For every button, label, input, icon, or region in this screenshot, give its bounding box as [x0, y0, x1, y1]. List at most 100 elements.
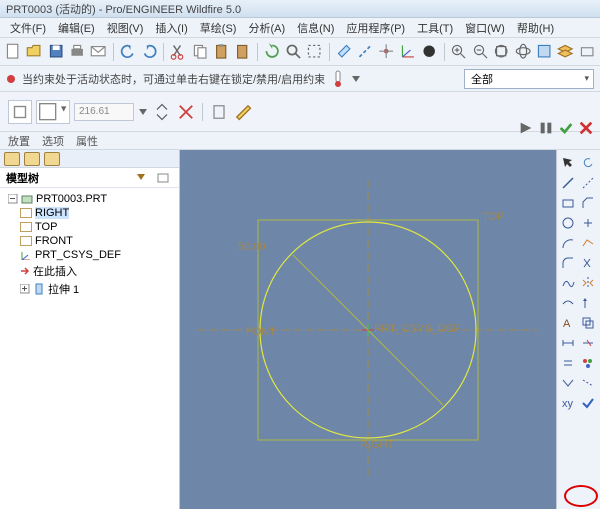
pause-button[interactable] — [538, 120, 554, 136]
open-button[interactable] — [25, 42, 43, 62]
spin-button[interactable] — [514, 42, 532, 62]
filter-dropdown[interactable]: 全部 — [464, 69, 594, 89]
datum-plane-button[interactable] — [335, 42, 353, 62]
graphics-viewport[interactable]: 50.00 TOP FONT PRT_CSYS_DEF RIGHT — [180, 150, 556, 509]
circle-tool[interactable] — [559, 214, 577, 232]
menu-insert[interactable]: 插入(I) — [149, 18, 193, 38]
select-tool[interactable] — [559, 154, 577, 172]
arc-tool[interactable] — [559, 234, 577, 252]
datum-axis-button[interactable] — [356, 42, 374, 62]
line-tool[interactable] — [559, 174, 577, 192]
extra-button[interactable] — [578, 42, 596, 62]
menu-help[interactable]: 帮助(H) — [511, 18, 560, 38]
centerline-tool[interactable] — [579, 174, 597, 192]
layers-button[interactable] — [556, 42, 574, 62]
delete-seg-tool[interactable] — [579, 334, 597, 352]
move-tool[interactable] — [579, 374, 597, 392]
menu-info[interactable]: 信息(N) — [291, 18, 340, 38]
chamfer-tool[interactable] — [579, 194, 597, 212]
dimension-tool[interactable] — [559, 334, 577, 352]
paste-button[interactable] — [212, 42, 230, 62]
undo-sketch[interactable] — [579, 154, 597, 172]
modify-tool[interactable] — [579, 294, 597, 312]
tree-item-front[interactable]: FRONT — [2, 234, 177, 248]
thin-button[interactable] — [209, 102, 229, 122]
tree-tab-1[interactable] — [4, 152, 20, 166]
flip-button[interactable] — [152, 102, 172, 122]
sketch-button[interactable] — [233, 102, 253, 122]
text-tool[interactable]: A — [559, 314, 577, 332]
right-label: RIGHT — [360, 439, 395, 451]
datum-point-button[interactable] — [377, 42, 395, 62]
info-icon — [6, 74, 16, 84]
tree-show-button[interactable] — [153, 168, 173, 188]
cut-button[interactable] — [169, 42, 187, 62]
regen-button[interactable] — [263, 42, 281, 62]
paste-special-button[interactable] — [233, 42, 251, 62]
tree-item-csys[interactable]: PRT_CSYS_DEF — [2, 248, 177, 262]
cancel-x-button[interactable] — [578, 120, 594, 136]
tree-item-label: RIGHT — [35, 207, 69, 219]
csys-icon — [20, 250, 32, 260]
remove-mat-button[interactable] — [176, 102, 196, 122]
apply-check-button[interactable] — [558, 120, 574, 136]
play-button[interactable] — [518, 120, 534, 136]
zoom-out-button[interactable] — [471, 42, 489, 62]
spline-tool[interactable] — [559, 274, 577, 292]
zoom-in-button[interactable] — [449, 42, 467, 62]
menu-view[interactable]: 视图(V) — [101, 18, 150, 38]
palette-tool[interactable] — [579, 354, 597, 372]
ref-dim-tool[interactable] — [559, 374, 577, 392]
menu-file[interactable]: 文件(F) — [4, 18, 52, 38]
tree-item-right[interactable]: RIGHT — [2, 206, 177, 220]
fillet-tool[interactable] — [559, 254, 577, 272]
redo-button[interactable] — [140, 42, 158, 62]
offset-tool[interactable] — [579, 314, 597, 332]
dropdown-icon[interactable] — [351, 74, 361, 84]
depth-input[interactable] — [74, 103, 134, 121]
rectangle-tool[interactable] — [559, 194, 577, 212]
extrude-type-button[interactable] — [36, 100, 70, 124]
menu-sketch[interactable]: 草绘(S) — [194, 18, 243, 38]
tree-item-insert[interactable]: 在此插入 — [2, 262, 177, 280]
new-button[interactable] — [4, 42, 22, 62]
tree-tab-3[interactable] — [44, 152, 60, 166]
print-button[interactable] — [68, 42, 86, 62]
tab-placement[interactable]: 放置 — [8, 133, 30, 149]
tab-properties[interactable]: 属性 — [76, 133, 98, 149]
done-check-button[interactable] — [579, 394, 597, 412]
saved-views-button[interactable] — [535, 42, 553, 62]
tab-options[interactable]: 选项 — [42, 133, 64, 149]
sketch-canvas: 50.00 TOP FONT PRT_CSYS_DEF RIGHT — [198, 180, 538, 480]
shading-button[interactable] — [420, 42, 438, 62]
menu-tools[interactable]: 工具(T) — [411, 18, 459, 38]
tree-tab-2[interactable] — [24, 152, 40, 166]
trim-tool[interactable] — [579, 254, 597, 272]
use-edge-tool[interactable] — [579, 234, 597, 252]
coord-tool[interactable]: xy — [559, 394, 577, 412]
tree-settings-button[interactable] — [131, 168, 151, 188]
depth-dropdown-icon[interactable] — [138, 107, 148, 117]
tree-item-top[interactable]: TOP — [2, 220, 177, 234]
undo-button[interactable] — [119, 42, 137, 62]
constraint-tool[interactable] — [559, 294, 577, 312]
menu-edit[interactable]: 编辑(E) — [52, 18, 101, 38]
copy-button[interactable] — [191, 42, 209, 62]
equal-tool[interactable] — [559, 354, 577, 372]
extrude-direction-button[interactable] — [8, 100, 32, 124]
main-area: 模型树 PRT0003.PRT RIGHT TOP FRONT — [0, 150, 600, 509]
search-button[interactable] — [284, 42, 302, 62]
tree-item-extrude[interactable]: 拉伸 1 — [2, 280, 177, 298]
tree-title: 模型树 — [6, 170, 39, 186]
mirror-tool[interactable] — [579, 274, 597, 292]
menu-window[interactable]: 窗口(W) — [459, 18, 511, 38]
menu-analysis[interactable]: 分析(A) — [242, 18, 291, 38]
menu-app[interactable]: 应用程序(P) — [340, 18, 411, 38]
email-button[interactable] — [89, 42, 107, 62]
point-tool[interactable] — [579, 214, 597, 232]
tree-root[interactable]: PRT0003.PRT — [2, 192, 177, 206]
refit-button[interactable] — [492, 42, 510, 62]
select-button[interactable] — [305, 42, 323, 62]
datum-csys-button[interactable] — [399, 42, 417, 62]
save-button[interactable] — [47, 42, 65, 62]
